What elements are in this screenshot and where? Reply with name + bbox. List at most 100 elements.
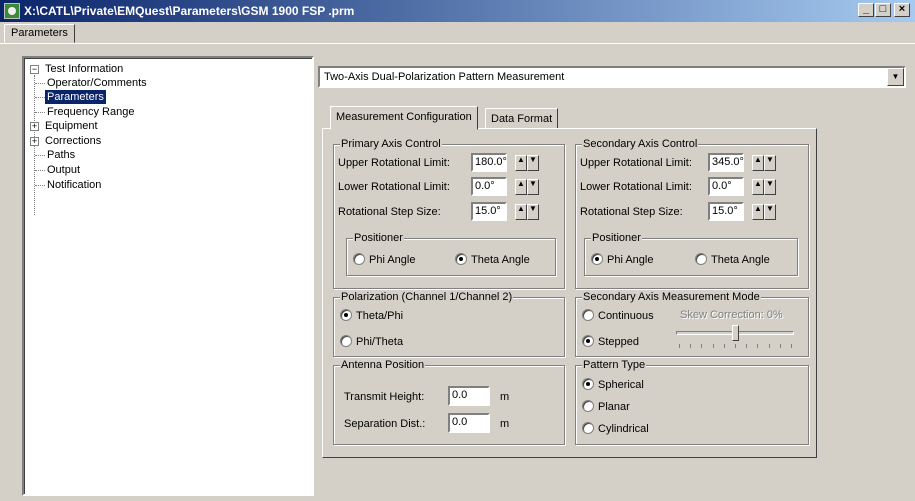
spin-down-icon[interactable]: ▼ bbox=[527, 204, 539, 220]
polarization-theta-phi-radio[interactable]: Theta/Phi bbox=[340, 309, 403, 323]
slider-tick bbox=[779, 344, 781, 348]
primary-step-spinner[interactable]: ▲ ▼ bbox=[515, 204, 539, 220]
pattern-spherical-label: Spherical bbox=[598, 379, 644, 391]
secondary-upper-spinner[interactable]: ▲ ▼ bbox=[752, 155, 776, 171]
spin-up-icon[interactable]: ▲ bbox=[515, 179, 527, 195]
dropdown-arrow-icon[interactable]: ▼ bbox=[887, 68, 904, 86]
secondary-step-input[interactable]: 15.0° bbox=[708, 202, 744, 221]
primary-upper-spinner[interactable]: ▲ ▼ bbox=[515, 155, 539, 171]
primary-phi-radio[interactable]: Phi Angle bbox=[353, 253, 415, 267]
spin-up-icon[interactable]: ▲ bbox=[752, 204, 764, 220]
tree-connector bbox=[35, 170, 45, 171]
antenna-position-group: Antenna Position Transmit Height: 0.0 m … bbox=[333, 359, 565, 445]
primary-theta-label: Theta Angle bbox=[471, 254, 530, 266]
secondary-lower-label: Lower Rotational Limit: bbox=[580, 181, 692, 193]
tree-item-frequency-range[interactable]: Frequency Range bbox=[47, 105, 134, 119]
navigation-tree[interactable]: − Test Information Operator/Comments Par… bbox=[22, 56, 314, 496]
mode-continuous-radio[interactable]: Continuous bbox=[582, 309, 654, 323]
secondary-positioner-title: Positioner bbox=[591, 232, 642, 244]
tab-parameters[interactable]: Parameters bbox=[4, 24, 75, 43]
polarization-title: Polarization (Channel 1/Channel 2) bbox=[340, 291, 514, 303]
primary-step-label: Rotational Step Size: bbox=[338, 206, 441, 218]
tree-item-corrections[interactable]: Corrections bbox=[45, 134, 101, 148]
secondary-axis-group: Secondary Axis Control Upper Rotational … bbox=[575, 138, 809, 289]
secondary-lower-input[interactable]: 0.0° bbox=[708, 177, 744, 196]
separation-dist-input[interactable]: 0.0 bbox=[448, 413, 490, 433]
radio-icon bbox=[340, 335, 352, 347]
pattern-planar-radio[interactable]: Planar bbox=[582, 400, 630, 414]
primary-upper-input[interactable]: 180.0° bbox=[471, 153, 507, 172]
transmit-height-input[interactable]: 0.0 bbox=[448, 386, 490, 406]
spin-up-icon[interactable]: ▲ bbox=[515, 155, 527, 171]
primary-step-input[interactable]: 15.0° bbox=[471, 202, 507, 221]
spin-down-icon[interactable]: ▼ bbox=[764, 179, 776, 195]
mode-continuous-label: Continuous bbox=[598, 310, 654, 322]
spin-down-icon[interactable]: ▼ bbox=[527, 155, 539, 171]
primary-theta-radio[interactable]: Theta Angle bbox=[455, 253, 530, 267]
tree-connector bbox=[35, 185, 45, 186]
secondary-theta-label: Theta Angle bbox=[711, 254, 770, 266]
radio-icon bbox=[353, 253, 365, 265]
spin-up-icon[interactable]: ▲ bbox=[752, 155, 764, 171]
secondary-positioner-group: Positioner Phi Angle Theta Angle bbox=[584, 232, 798, 276]
tab-data-format[interactable]: Data Format bbox=[485, 108, 559, 130]
tree-item-parameters[interactable]: Parameters bbox=[45, 90, 106, 104]
tree-connector bbox=[35, 83, 45, 84]
tree-root-expander[interactable]: − bbox=[30, 65, 39, 74]
measurement-type-dropdown[interactable]: Two-Axis Dual-Polarization Pattern Measu… bbox=[318, 66, 906, 88]
transmit-height-label: Transmit Height: bbox=[344, 391, 425, 403]
antenna-position-title: Antenna Position bbox=[340, 359, 426, 371]
secondary-lower-spinner[interactable]: ▲ ▼ bbox=[752, 179, 776, 195]
slider-tick bbox=[690, 344, 692, 348]
pattern-type-title: Pattern Type bbox=[582, 359, 647, 371]
primary-lower-label: Lower Rotational Limit: bbox=[338, 181, 450, 193]
polarization-phi-theta-radio[interactable]: Phi/Theta bbox=[340, 335, 403, 349]
spin-up-icon[interactable]: ▲ bbox=[515, 204, 527, 220]
separation-dist-label: Separation Dist.: bbox=[344, 418, 426, 430]
tree-item-equipment[interactable]: Equipment bbox=[45, 119, 98, 133]
primary-lower-input[interactable]: 0.0° bbox=[471, 177, 507, 196]
secondary-axis-title: Secondary Axis Control bbox=[582, 138, 699, 150]
secondary-phi-radio[interactable]: Phi Angle bbox=[591, 253, 653, 267]
tree-item-operator-comments[interactable]: Operator/Comments bbox=[47, 76, 147, 90]
tree-expander-corrections[interactable]: + bbox=[30, 137, 39, 146]
spin-down-icon[interactable]: ▼ bbox=[764, 204, 776, 220]
radio-icon bbox=[582, 422, 594, 434]
minimize-button[interactable]: _ bbox=[858, 3, 874, 17]
pattern-cylindrical-label: Cylindrical bbox=[598, 423, 649, 435]
app-icon bbox=[4, 3, 20, 19]
tree-item-output[interactable]: Output bbox=[47, 163, 80, 177]
slider-tick bbox=[712, 344, 714, 348]
primary-lower-spinner[interactable]: ▲ ▼ bbox=[515, 179, 539, 195]
tree-expander-equipment[interactable]: + bbox=[30, 122, 39, 131]
tree-item-paths[interactable]: Paths bbox=[47, 148, 75, 162]
secondary-upper-input[interactable]: 345.0° bbox=[708, 153, 744, 172]
spin-down-icon[interactable]: ▼ bbox=[764, 155, 776, 171]
tree-root-test-information[interactable]: Test Information bbox=[45, 62, 123, 76]
secondary-theta-radio[interactable]: Theta Angle bbox=[695, 253, 770, 267]
close-button[interactable]: × bbox=[894, 3, 910, 17]
mode-stepped-label: Stepped bbox=[598, 336, 639, 348]
slider-tick bbox=[723, 344, 725, 348]
primary-positioner-title: Positioner bbox=[353, 232, 404, 244]
slider-tick bbox=[679, 344, 680, 348]
polarization-phi-theta-label: Phi/Theta bbox=[356, 336, 404, 348]
tab-measurement-configuration[interactable]: Measurement Configuration bbox=[330, 106, 478, 130]
slider-tick bbox=[701, 344, 703, 348]
pattern-cylindrical-radio[interactable]: Cylindrical bbox=[582, 422, 649, 436]
slider-tick bbox=[791, 344, 792, 348]
slider-tick bbox=[757, 344, 759, 348]
pattern-spherical-radio[interactable]: Spherical bbox=[582, 378, 644, 392]
pattern-planar-label: Planar bbox=[598, 401, 630, 413]
skew-slider-thumb[interactable] bbox=[731, 325, 739, 341]
primary-axis-group: Primary Axis Control Upper Rotational Li… bbox=[333, 138, 565, 289]
spin-up-icon[interactable]: ▲ bbox=[752, 179, 764, 195]
mode-stepped-radio[interactable]: Stepped bbox=[582, 335, 639, 349]
secondary-step-spinner[interactable]: ▲ ▼ bbox=[752, 204, 776, 220]
radio-selected-icon bbox=[582, 378, 594, 390]
spin-down-icon[interactable]: ▼ bbox=[527, 179, 539, 195]
polarization-theta-phi-label: Theta/Phi bbox=[356, 310, 404, 322]
maximize-button[interactable]: □ bbox=[875, 3, 891, 17]
tree-item-notification[interactable]: Notification bbox=[47, 178, 101, 192]
primary-upper-label: Upper Rotational Limit: bbox=[338, 157, 450, 169]
